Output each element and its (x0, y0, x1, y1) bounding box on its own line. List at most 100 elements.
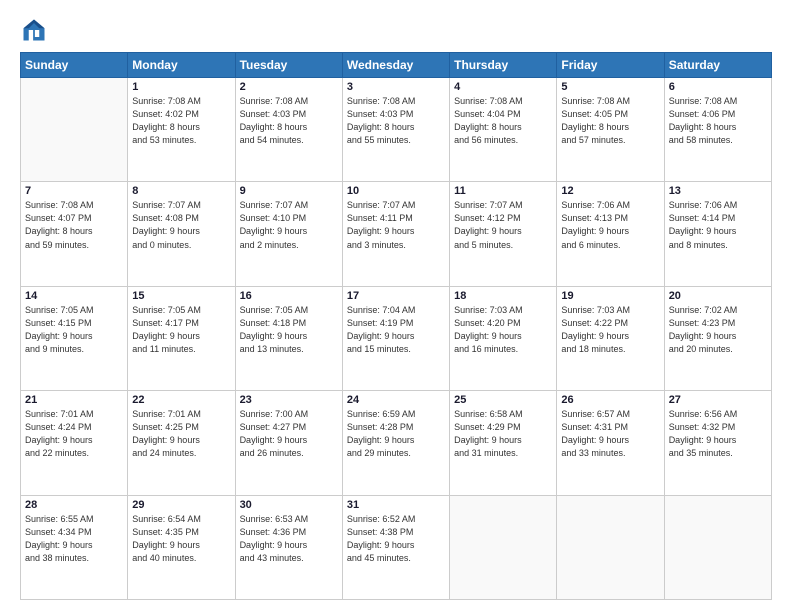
day-info: Sunrise: 6:58 AMSunset: 4:29 PMDaylight:… (454, 408, 552, 460)
logo (20, 16, 52, 44)
day-number: 21 (25, 394, 123, 406)
weekday-header: Saturday (664, 53, 771, 78)
day-number: 6 (669, 81, 767, 93)
day-number: 1 (132, 81, 230, 93)
day-info: Sunrise: 7:05 AMSunset: 4:17 PMDaylight:… (132, 304, 230, 356)
calendar-day-cell: 20Sunrise: 7:02 AMSunset: 4:23 PMDayligh… (664, 286, 771, 390)
day-number: 13 (669, 185, 767, 197)
calendar-day-cell: 24 Sunrise: 6:59 AMSunset: 4:28 PMDayligh… (342, 391, 449, 495)
day-number: 12 (561, 185, 659, 197)
calendar-day-cell: 22 Sunrise: 7:01 AMSunset: 4:25 PMDayligh… (128, 391, 235, 495)
header (20, 16, 772, 44)
calendar-day-cell: 12 Sunrise: 7:06 AMSunset: 4:13 PMDayligh… (557, 182, 664, 286)
day-number: 31 (347, 499, 445, 511)
calendar-day-cell: 14 Sunrise: 7:05 AMSunset: 4:15 PMDayligh… (21, 286, 128, 390)
day-info: Sunrise: 6:55 AMSunset: 4:34 PMDaylight:… (25, 513, 123, 565)
calendar-day-cell: 11 Sunrise: 7:07 AMSunset: 4:12 PMDayligh… (450, 182, 557, 286)
calendar-day-cell: 5 Sunrise: 7:08 AMSunset: 4:05 PMDaylight… (557, 78, 664, 182)
day-number: 28 (25, 499, 123, 511)
day-info: Sunrise: 7:08 AMSunset: 4:07 PMDaylight:… (25, 199, 123, 251)
day-info: Sunrise: 6:56 AMSunset: 4:32 PMDaylight:… (669, 408, 767, 460)
weekday-header: Thursday (450, 53, 557, 78)
calendar-week-row: 14 Sunrise: 7:05 AMSunset: 4:15 PMDayligh… (21, 286, 772, 390)
day-number: 26 (561, 394, 659, 406)
day-info: Sunrise: 7:07 AMSunset: 4:10 PMDaylight:… (240, 199, 338, 251)
calendar-day-cell: 9 Sunrise: 7:07 AMSunset: 4:10 PMDaylight… (235, 182, 342, 286)
weekday-header: Friday (557, 53, 664, 78)
calendar-day-cell: 26 Sunrise: 6:57 AMSunset: 4:31 PMDayligh… (557, 391, 664, 495)
day-number: 4 (454, 81, 552, 93)
calendar-day-cell: 15 Sunrise: 7:05 AMSunset: 4:17 PMDayligh… (128, 286, 235, 390)
calendar-week-row: 7 Sunrise: 7:08 AMSunset: 4:07 PMDaylight… (21, 182, 772, 286)
day-number: 7 (25, 185, 123, 197)
page: SundayMondayTuesdayWednesdayThursdayFrid… (0, 0, 792, 612)
calendar-week-row: 28 Sunrise: 6:55 AMSunset: 4:34 PMDayligh… (21, 495, 772, 599)
calendar-day-cell: 29 Sunrise: 6:54 AMSunset: 4:35 PMDayligh… (128, 495, 235, 599)
calendar-day-cell: 30 Sunrise: 6:53 AMSunset: 4:36 PMDayligh… (235, 495, 342, 599)
day-number: 3 (347, 81, 445, 93)
day-number: 23 (240, 394, 338, 406)
weekday-header: Wednesday (342, 53, 449, 78)
day-info: Sunrise: 7:08 AMSunset: 4:06 PMDaylight:… (669, 95, 767, 147)
day-number: 18 (454, 290, 552, 302)
calendar-day-cell: 1 Sunrise: 7:08 AMSunset: 4:02 PMDaylight… (128, 78, 235, 182)
day-info: Sunrise: 7:08 AMSunset: 4:02 PMDaylight:… (132, 95, 230, 147)
calendar-day-cell: 2 Sunrise: 7:08 AMSunset: 4:03 PMDaylight… (235, 78, 342, 182)
calendar-day-cell: 17Sunrise: 7:04 AMSunset: 4:19 PMDayligh… (342, 286, 449, 390)
day-info: Sunrise: 7:08 AMSunset: 4:04 PMDaylight:… (454, 95, 552, 147)
day-info: Sunrise: 6:54 AMSunset: 4:35 PMDaylight:… (132, 513, 230, 565)
day-info: Sunrise: 6:53 AMSunset: 4:36 PMDaylight:… (240, 513, 338, 565)
calendar-day-cell: 6 Sunrise: 7:08 AMSunset: 4:06 PMDaylight… (664, 78, 771, 182)
day-info: Sunrise: 7:05 AMSunset: 4:15 PMDaylight:… (25, 304, 123, 356)
day-number: 11 (454, 185, 552, 197)
calendar-week-row: 21 Sunrise: 7:01 AMSunset: 4:24 PMDayligh… (21, 391, 772, 495)
day-info: Sunrise: 6:52 AMSunset: 4:38 PMDaylight:… (347, 513, 445, 565)
day-info: Sunrise: 7:07 AMSunset: 4:08 PMDaylight:… (132, 199, 230, 251)
calendar-day-cell: 8 Sunrise: 7:07 AMSunset: 4:08 PMDaylight… (128, 182, 235, 286)
calendar-day-cell: 25 Sunrise: 6:58 AMSunset: 4:29 PMDayligh… (450, 391, 557, 495)
day-info: Sunrise: 6:59 AMSunset: 4:28 PMDaylight:… (347, 408, 445, 460)
day-number: 17 (347, 290, 445, 302)
day-number: 9 (240, 185, 338, 197)
calendar-day-cell (21, 78, 128, 182)
day-info: Sunrise: 7:06 AMSunset: 4:14 PMDaylight:… (669, 199, 767, 251)
day-number: 27 (669, 394, 767, 406)
day-info: Sunrise: 7:08 AMSunset: 4:05 PMDaylight:… (561, 95, 659, 147)
day-info: Sunrise: 7:07 AMSunset: 4:11 PMDaylight:… (347, 199, 445, 251)
day-info: Sunrise: 7:07 AMSunset: 4:12 PMDaylight:… (454, 199, 552, 251)
weekday-header: Sunday (21, 53, 128, 78)
day-info: Sunrise: 7:01 AMSunset: 4:25 PMDaylight:… (132, 408, 230, 460)
calendar-day-cell: 28 Sunrise: 6:55 AMSunset: 4:34 PMDayligh… (21, 495, 128, 599)
day-number: 10 (347, 185, 445, 197)
day-number: 15 (132, 290, 230, 302)
day-info: Sunrise: 7:01 AMSunset: 4:24 PMDaylight:… (25, 408, 123, 460)
day-number: 16 (240, 290, 338, 302)
day-number: 5 (561, 81, 659, 93)
calendar-week-row: 1 Sunrise: 7:08 AMSunset: 4:02 PMDaylight… (21, 78, 772, 182)
day-info: Sunrise: 7:02 AMSunset: 4:23 PMDaylight:… (669, 304, 767, 356)
day-number: 2 (240, 81, 338, 93)
calendar-day-cell: 16Sunrise: 7:05 AMSunset: 4:18 PMDayligh… (235, 286, 342, 390)
day-number: 14 (25, 290, 123, 302)
day-info: Sunrise: 6:57 AMSunset: 4:31 PMDaylight:… (561, 408, 659, 460)
day-info: Sunrise: 7:06 AMSunset: 4:13 PMDaylight:… (561, 199, 659, 251)
calendar-day-cell: 19Sunrise: 7:03 AMSunset: 4:22 PMDayligh… (557, 286, 664, 390)
day-info: Sunrise: 7:08 AMSunset: 4:03 PMDaylight:… (347, 95, 445, 147)
day-number: 29 (132, 499, 230, 511)
calendar-day-cell: 7 Sunrise: 7:08 AMSunset: 4:07 PMDaylight… (21, 182, 128, 286)
calendar-day-cell (450, 495, 557, 599)
calendar-day-cell: 18Sunrise: 7:03 AMSunset: 4:20 PMDayligh… (450, 286, 557, 390)
calendar-day-cell: 10 Sunrise: 7:07 AMSunset: 4:11 PMDayligh… (342, 182, 449, 286)
weekday-header: Monday (128, 53, 235, 78)
calendar-day-cell: 21 Sunrise: 7:01 AMSunset: 4:24 PMDayligh… (21, 391, 128, 495)
day-info: Sunrise: 7:08 AMSunset: 4:03 PMDaylight:… (240, 95, 338, 147)
day-number: 22 (132, 394, 230, 406)
day-number: 19 (561, 290, 659, 302)
day-number: 30 (240, 499, 338, 511)
calendar-day-cell (664, 495, 771, 599)
calendar-day-cell: 23Sunrise: 7:00 AMSunset: 4:27 PMDayligh… (235, 391, 342, 495)
day-number: 8 (132, 185, 230, 197)
day-number: 24 (347, 394, 445, 406)
day-number: 25 (454, 394, 552, 406)
calendar-header-row: SundayMondayTuesdayWednesdayThursdayFrid… (21, 53, 772, 78)
